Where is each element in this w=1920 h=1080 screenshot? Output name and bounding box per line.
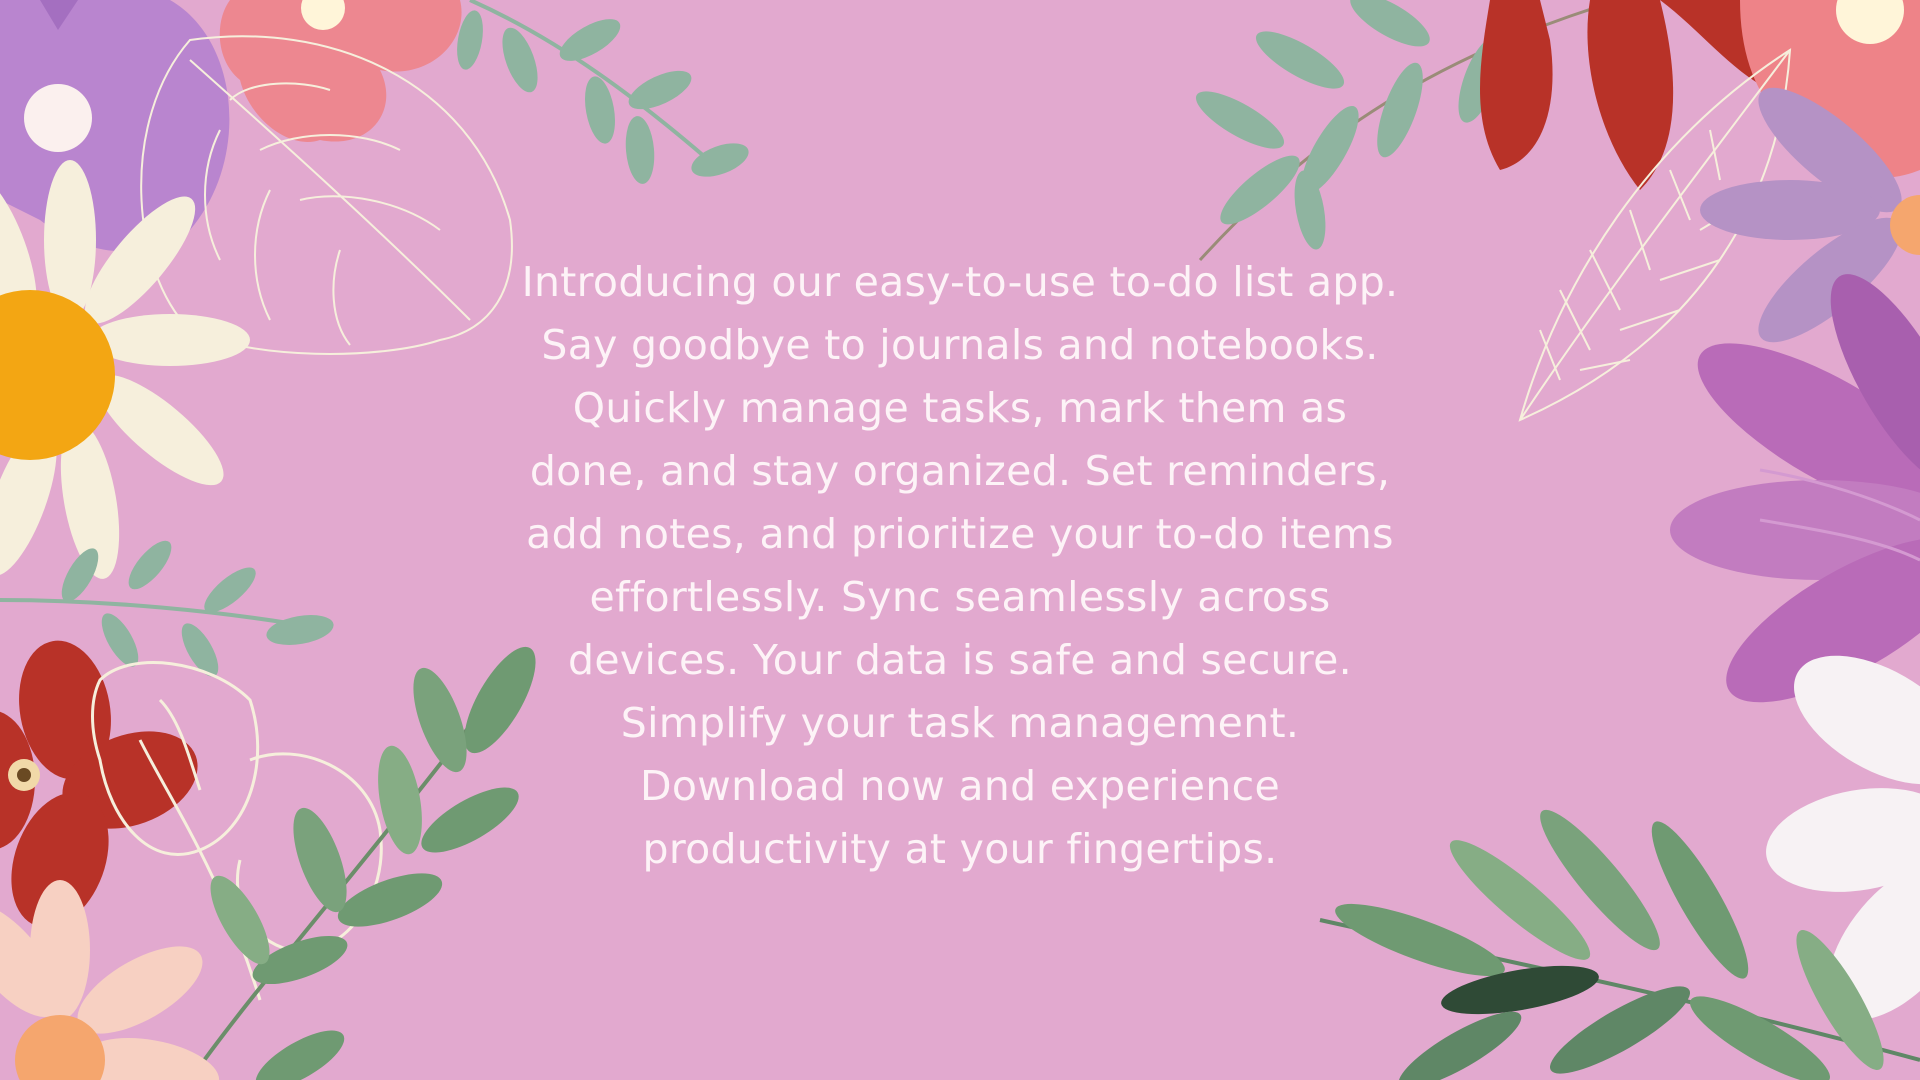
promo-description: Introducing our easy-to-use to-do list a…: [521, 258, 1399, 873]
purple-flower-icon: [0, 0, 230, 252]
